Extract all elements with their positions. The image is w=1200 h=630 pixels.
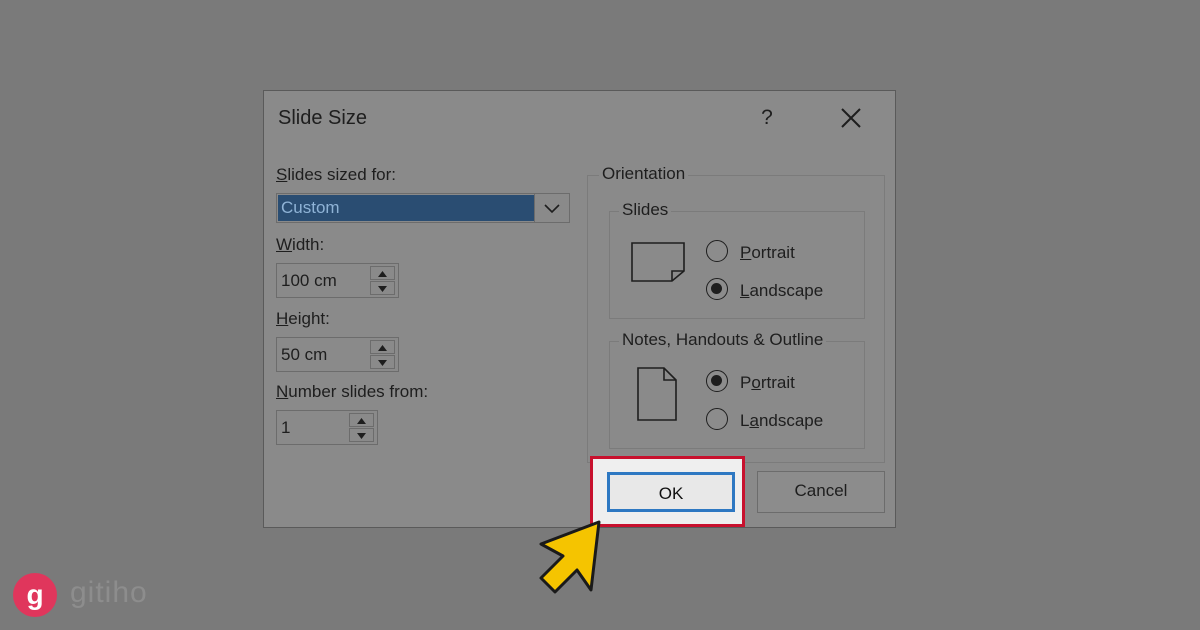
width-input[interactable]: 100 cm (276, 263, 399, 298)
portrait-page-icon (637, 367, 677, 421)
slides-orientation-legend: Slides (619, 200, 672, 220)
width-spinner (368, 264, 398, 297)
width-decrement[interactable] (370, 281, 395, 295)
dialog-title: Slide Size (278, 107, 367, 129)
cancel-button[interactable]: Cancel (757, 471, 885, 513)
slides-landscape-label[interactable]: Landscape (740, 281, 823, 301)
slides-portrait-radio[interactable] (706, 240, 728, 262)
gitiho-logo-icon: g (13, 573, 57, 617)
ok-button[interactable]: OK (607, 472, 735, 512)
spin-up-icon (378, 345, 387, 351)
orientation-legend: Orientation (599, 164, 689, 184)
notes-landscape-label[interactable]: Landscape (740, 411, 823, 431)
width-label: Width: (276, 235, 325, 254)
spin-down-icon (378, 360, 387, 366)
number-slides-from-label: Number slides from: (276, 382, 429, 401)
spin-up-icon (378, 271, 387, 277)
notes-orientation-legend: Notes, Handouts & Outline (619, 330, 827, 350)
watermark-text: gitiho (70, 576, 148, 609)
width-increment[interactable] (370, 266, 395, 280)
spin-up-icon (357, 418, 366, 424)
chevron-down-icon (544, 204, 560, 214)
height-label: Height: (276, 309, 330, 328)
slides-landscape-radio[interactable] (706, 278, 728, 300)
height-value: 50 cm (281, 345, 328, 364)
dialog-titlebar: Slide Size ? (264, 91, 895, 149)
notes-portrait-radio[interactable] (706, 370, 728, 392)
height-increment[interactable] (370, 340, 395, 354)
height-decrement[interactable] (370, 355, 395, 369)
slides-portrait-label[interactable]: Portrait (740, 243, 795, 263)
width-value: 100 cm (281, 271, 337, 290)
height-input[interactable]: 50 cm (276, 337, 399, 372)
close-icon (841, 108, 861, 128)
notes-portrait-label[interactable]: Portrait (740, 373, 795, 393)
landscape-page-icon (631, 242, 685, 282)
pointer-cursor-icon (539, 520, 601, 594)
height-spinner (368, 338, 398, 371)
close-button[interactable] (836, 103, 866, 133)
svg-text:g: g (26, 579, 43, 610)
number-slides-from-input[interactable]: 1 (276, 410, 378, 445)
slides-sized-for-label: Slides sized for: (276, 165, 397, 184)
number-slides-increment[interactable] (349, 413, 374, 427)
number-slides-decrement[interactable] (349, 428, 374, 442)
slides-sized-for-value: Custom (278, 195, 535, 221)
spin-down-icon (378, 286, 387, 292)
notes-landscape-radio[interactable] (706, 408, 728, 430)
spin-down-icon (357, 433, 366, 439)
number-slides-from-value: 1 (281, 418, 291, 437)
help-button[interactable]: ? (752, 103, 782, 133)
slide-size-dialog: Slide Size ? Slides sized for: Custom Wi… (263, 90, 896, 528)
dropdown-button[interactable] (534, 194, 569, 222)
number-slides-spinner (347, 411, 377, 444)
slides-sized-for-select[interactable]: Custom (276, 193, 570, 223)
